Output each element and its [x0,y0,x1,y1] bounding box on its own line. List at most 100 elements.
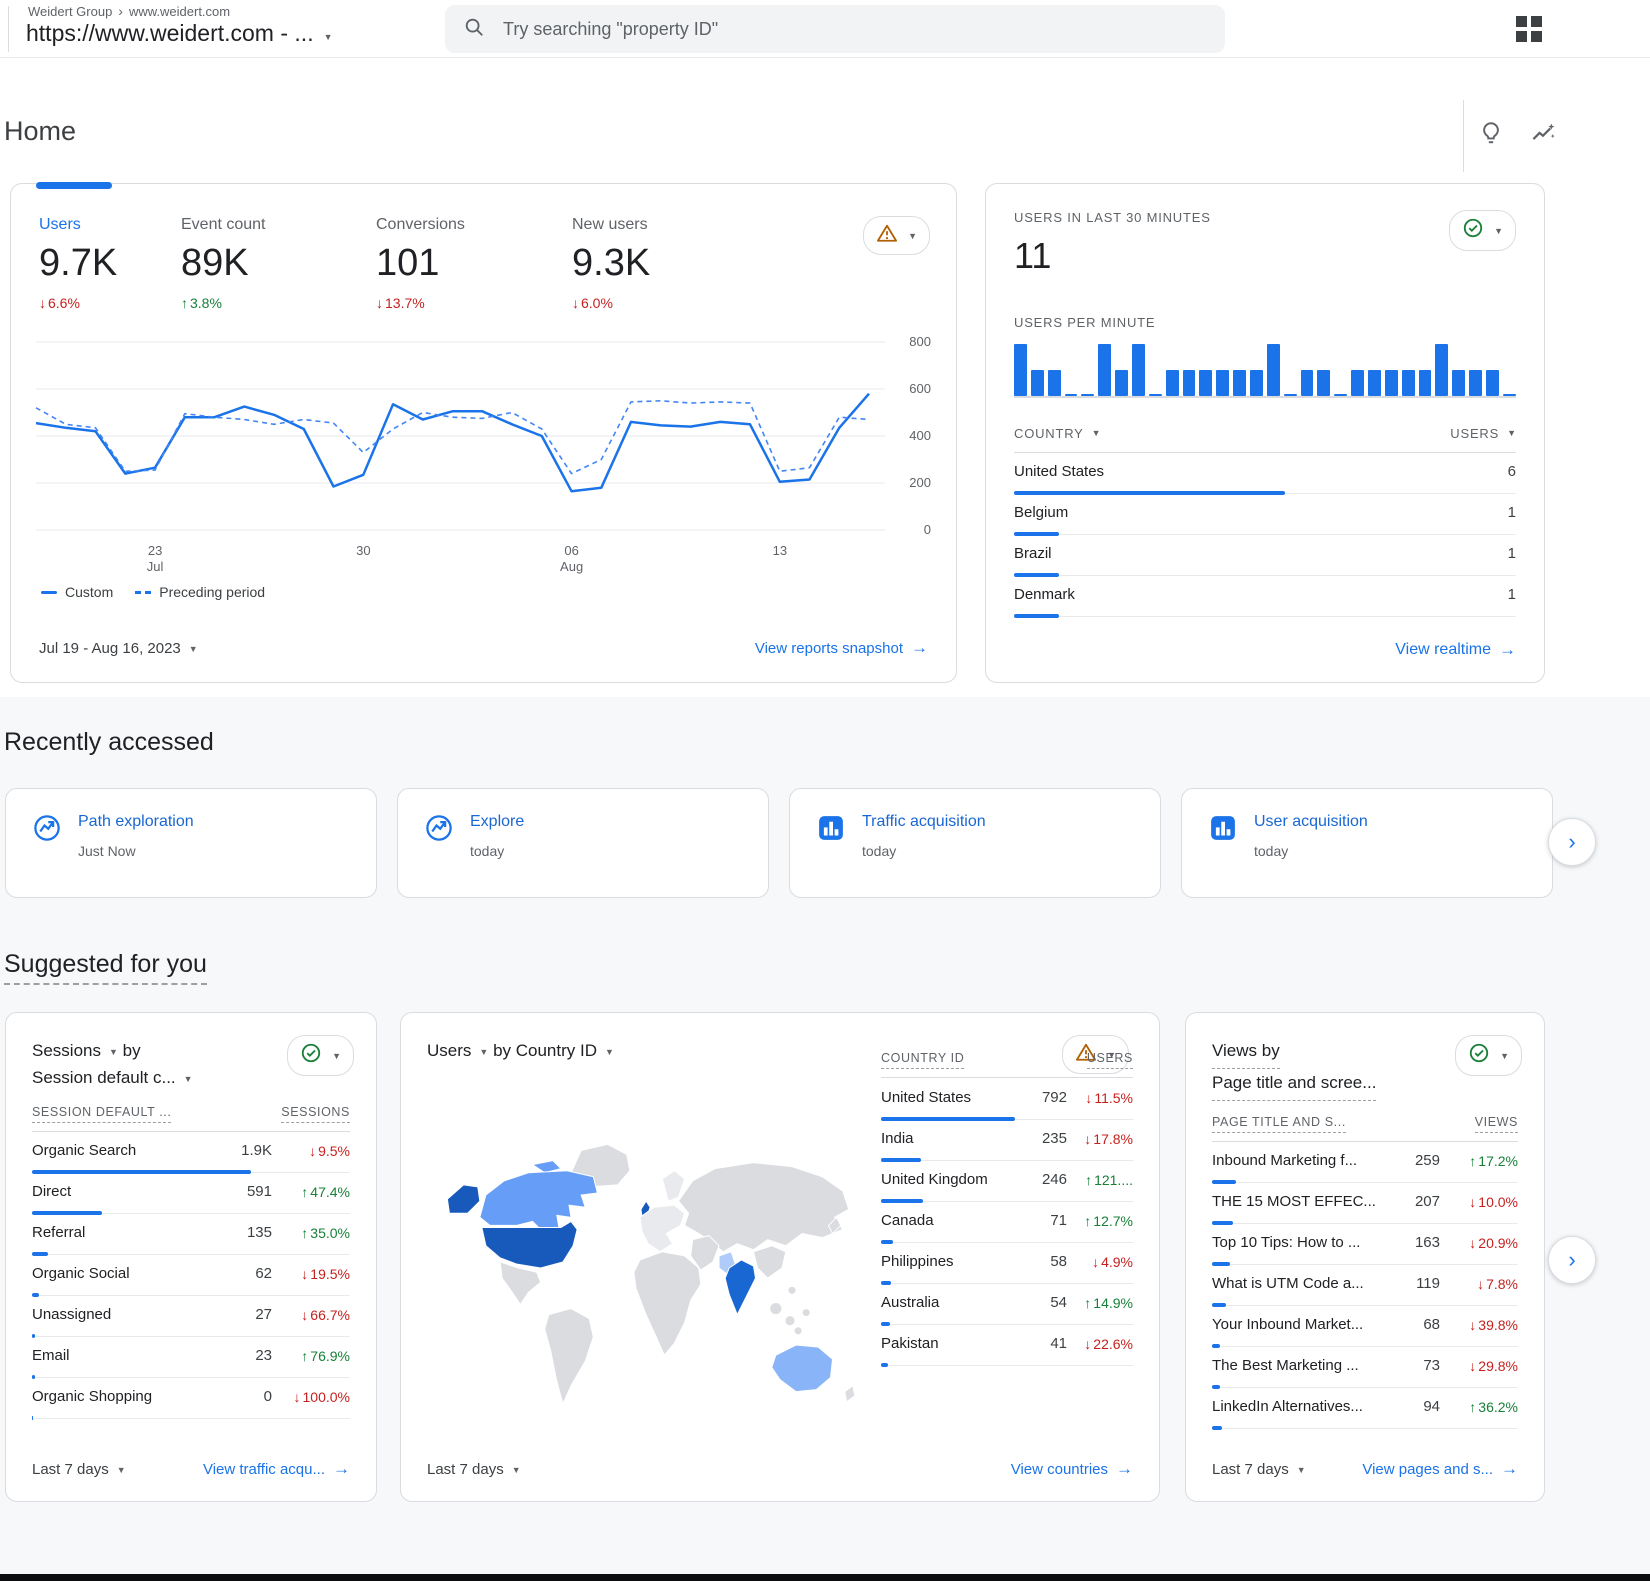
bottom-edge-bar [0,1574,1650,1581]
data-quality-warning-pill[interactable] [863,216,930,255]
realtime-ok-pill[interactable] [1449,210,1516,251]
sessions-ok-pill[interactable] [287,1035,354,1076]
search-input[interactable] [501,18,1141,41]
table-row: Referral13535.0% [32,1214,350,1255]
table-row-main: Organic Shopping0100.0% [32,1378,350,1415]
minute-bar [1469,370,1482,396]
metric-delta: 6.0% [572,295,772,311]
svg-text:Jul: Jul [147,559,164,574]
metric-selector[interactable]: Users [427,1037,488,1064]
property-selector-label: https://www.weidert.com - ... [26,20,314,47]
table-row: THE 15 MOST EFFEC...20710.0% [1212,1183,1518,1224]
row-value: 23 [214,1347,272,1364]
row-label: Denmark [1014,586,1458,603]
dimension-selector-label: by Country ID [493,1037,597,1064]
row-delta: 22.6% [1067,1336,1133,1352]
row-label: Email [32,1347,214,1364]
row-label: What is UTM Code a... [1212,1275,1382,1292]
date-range-selector[interactable]: Jul 19 - Aug 16, 2023 [39,640,198,657]
view-traffic-acquisition-link[interactable]: View traffic acqu... [203,1459,350,1479]
metric-tab-conversions[interactable]: Conversions10113.7% [376,216,572,311]
minute-bar [1368,370,1381,396]
row-separator [1014,613,1516,617]
table-row: Direct59147.4% [32,1173,350,1214]
dimension-selector[interactable]: Session default c... [32,1064,193,1091]
row-value: 235 [1017,1130,1067,1147]
svg-text:23: 23 [148,543,162,558]
row-label: Brazil [1014,545,1458,562]
dimension-selector[interactable]: by Country ID [493,1037,614,1064]
link-label: View countries [1011,1461,1108,1478]
carousel-next-button[interactable]: › [1548,1236,1596,1284]
minute-bar [1452,370,1465,396]
dimension-column-header[interactable]: COUNTRY ID [881,1051,964,1069]
country-table-header: COUNTRY ID USERS [881,1051,1133,1078]
dimension-selector-label: Session default c... [32,1064,176,1091]
view-realtime-link[interactable]: View realtime [1395,640,1516,660]
views-ok-pill[interactable] [1455,1035,1522,1076]
metric-label: New users [572,216,772,234]
view-pages-link[interactable]: View pages and s... [1362,1459,1518,1479]
active-tab-indicator [36,182,112,189]
sessions-table: Organic Search1.9K9.5%Direct59147.4%Refe… [32,1132,350,1419]
table-row-main: Email2376.9% [32,1337,350,1374]
map-card-footer: Last 7 days View countries [427,1459,1133,1479]
metric-column-header[interactable]: USERS [1087,1051,1133,1069]
metric-tab-new-users[interactable]: New users9.3K6.0% [572,216,772,311]
recent-card-traffic-acquisition[interactable]: Traffic acquisitiontoday [789,788,1161,898]
recent-card-path-exploration[interactable]: Path explorationJust Now [5,788,377,898]
realtime-users-value: 11 [1014,235,1516,277]
recent-card-explore[interactable]: Exploretoday [397,788,769,898]
view-reports-snapshot-link[interactable]: View reports snapshot [755,638,928,658]
check-circle-icon [1468,1042,1490,1069]
table-row-main: The Best Marketing ...7329.8% [1212,1347,1518,1384]
row-delta: 47.4% [272,1184,350,1200]
world-map[interactable] [419,1117,865,1417]
metric-tab-users[interactable]: Users9.7K6.6% [39,216,181,311]
row-value: 591 [214,1183,272,1200]
minute-bar [1048,370,1061,396]
dimension-column-header[interactable]: PAGE TITLE AND S... [1212,1115,1346,1133]
date-range-selector[interactable]: Last 7 days [1212,1461,1306,1478]
view-countries-link[interactable]: View countries [1011,1459,1133,1479]
table-row-main: Denmark1 [1014,576,1516,613]
warning-icon [876,223,898,248]
dimension-selector[interactable]: Page title and scree... [1212,1069,1376,1101]
minute-bar [1503,394,1516,396]
date-range-selector[interactable]: Last 7 days [427,1461,521,1478]
link-label: View realtime [1395,641,1491,659]
insights-sparkline-icon[interactable] [1528,118,1558,148]
breadcrumb-property[interactable]: www.weidert.com [129,4,230,19]
search-bar[interactable] [445,5,1225,53]
metric-selector[interactable]: Views by [1212,1037,1280,1069]
dimension-selector-label: Page title and scree... [1212,1069,1376,1096]
carousel-next-button[interactable]: › [1548,818,1596,866]
dimension-column-header[interactable]: SESSION DEFAULT ... [32,1105,171,1123]
metric-selector-label: Sessions [32,1037,101,1064]
breadcrumb-account[interactable]: Weidert Group [28,4,112,19]
row-label: India [881,1130,1017,1147]
diagnostics-grid-icon[interactable] [1516,16,1542,42]
metric-column-header[interactable]: VIEWS [1475,1115,1518,1133]
minute-bar [1402,370,1415,396]
metric-column-header[interactable]: SESSIONS [281,1105,350,1123]
report-icon [816,813,846,843]
insights-lightbulb-icon[interactable] [1476,118,1506,148]
views-card-footer: Last 7 days View pages and s... [1212,1459,1518,1479]
recent-card-label: User acquisition [1254,813,1368,831]
metric-tab-event-count[interactable]: Event count89K3.8% [181,216,376,311]
country-column-header[interactable]: COUNTRY [1014,424,1101,442]
table-row: Your Inbound Market...6839.8% [1212,1306,1518,1347]
users-column-header[interactable]: USERS [1450,424,1516,442]
table-row: Philippines584.9% [881,1243,1133,1284]
date-range-selector[interactable]: Last 7 days [32,1461,126,1478]
svg-text:800: 800 [909,334,931,349]
table-row: Brazil1 [1014,535,1516,576]
recent-card-user-acquisition[interactable]: User acquisitiontoday [1181,788,1553,898]
chevron-down-icon [1092,424,1101,442]
row-label: Organic Social [32,1265,214,1282]
row-delta: 4.9% [1067,1254,1133,1270]
property-selector[interactable]: https://www.weidert.com - ... [26,20,333,47]
metric-selector[interactable]: Sessions [32,1037,118,1064]
recent-card-body: Exploretoday [470,813,524,873]
